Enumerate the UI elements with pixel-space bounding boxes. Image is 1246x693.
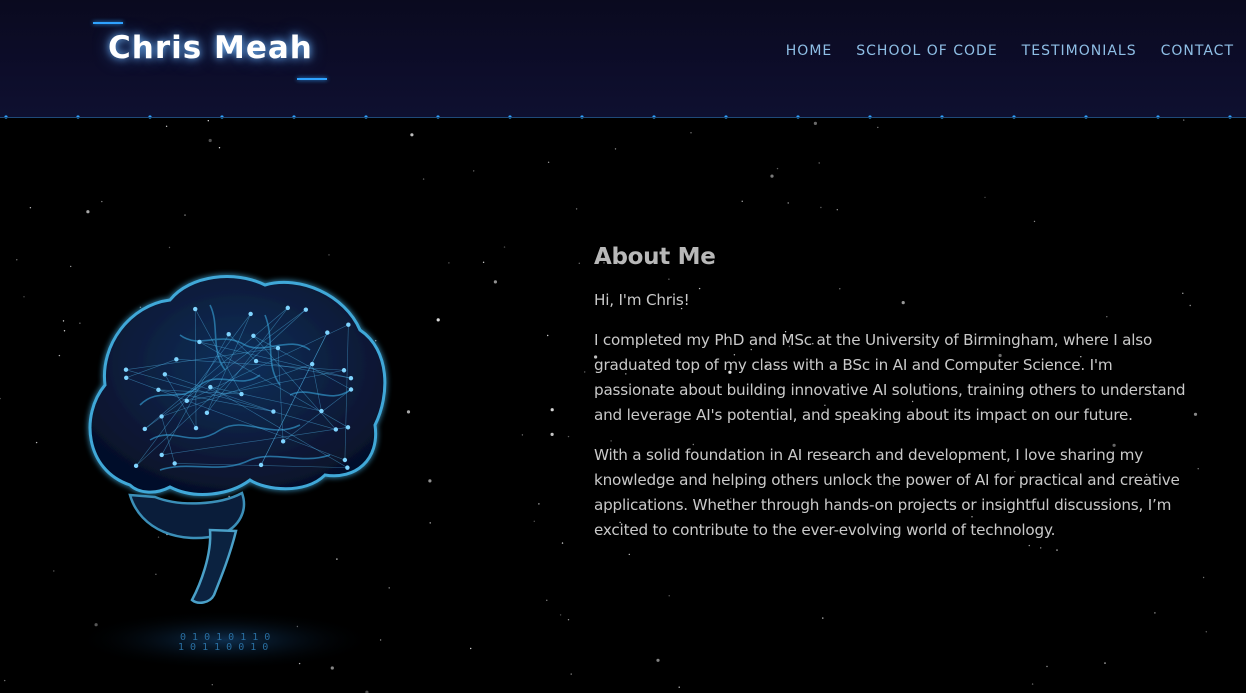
star-dot — [207, 120, 209, 122]
nav-contact-link[interactable]: CONTACT — [1161, 43, 1234, 59]
star-dot — [35, 441, 38, 444]
star-dot — [575, 208, 578, 210]
star-dot — [818, 162, 820, 164]
star-dot — [668, 595, 670, 597]
about-paragraph: With a solid foundation in AI research a… — [594, 446, 1180, 539]
about-heading: About Me — [594, 244, 716, 270]
star-dot — [3, 679, 6, 682]
star-dot — [1193, 412, 1198, 416]
star-dot — [547, 161, 550, 163]
star-dot — [678, 686, 680, 688]
star-dot — [184, 214, 186, 216]
star-dot — [168, 246, 171, 249]
star-dot — [584, 371, 586, 373]
star-dot — [448, 262, 450, 264]
star-dot — [436, 318, 440, 322]
star-dot — [1033, 220, 1036, 223]
star-dot — [473, 170, 475, 172]
svg-text:1 0 1 1 0 0 1 0: 1 0 1 1 0 0 1 0 — [178, 642, 268, 653]
star-dot — [1202, 576, 1205, 579]
about-paragraph: Hi, I'm Chris! — [594, 291, 690, 309]
page: Chris Meah HOME SCHOOL OF CODE TESTIMONI… — [0, 0, 1246, 693]
star-dot — [0, 397, 1, 400]
star-dot — [101, 200, 103, 203]
star-dot — [561, 542, 564, 544]
star-dot — [86, 210, 90, 214]
star-dot — [656, 658, 660, 662]
star-dot — [410, 133, 414, 137]
star-dot — [1104, 662, 1106, 664]
star-dot — [690, 132, 692, 134]
star-dot — [984, 196, 986, 199]
star-dot — [614, 148, 617, 150]
star-dot — [422, 178, 425, 180]
logo-accent-line — [93, 22, 123, 24]
star-dot — [820, 206, 822, 209]
star-dot — [521, 434, 524, 436]
star-dot — [533, 520, 535, 522]
star-dot — [547, 334, 549, 337]
star-dot — [546, 599, 548, 601]
star-dot — [218, 147, 221, 149]
star-dot — [1046, 665, 1048, 668]
star-dot — [741, 200, 743, 202]
header-divider — [0, 117, 1246, 118]
star-dot — [53, 570, 55, 572]
star-dot — [776, 167, 779, 170]
star-dot — [559, 614, 562, 616]
star-dot — [429, 522, 431, 524]
main-nav: HOME SCHOOL OF CODE TESTIMONIALS CONTACT — [786, 43, 1234, 59]
star-dot — [1205, 631, 1208, 633]
nav-home-link[interactable]: HOME — [786, 43, 832, 59]
nav-testimonials-link[interactable]: TESTIMONIALS — [1022, 43, 1137, 59]
nav-school-of-code-link[interactable]: SCHOOL OF CODE — [856, 43, 997, 59]
star-dot — [877, 126, 879, 129]
star-dot — [822, 617, 824, 619]
star-dot — [550, 408, 554, 412]
star-dot — [836, 209, 838, 211]
star-dot — [165, 125, 168, 127]
site-header: Chris Meah HOME SCHOOL OF CODE TESTIMONI… — [0, 0, 1246, 119]
star-dot — [428, 479, 432, 483]
star-dot — [1197, 468, 1199, 470]
star-dot — [1031, 683, 1034, 685]
brain-illustration: 0 1 0 1 0 1 1 0 1 0 1 1 0 0 1 0 — [60, 255, 420, 675]
star-dot — [211, 684, 213, 686]
star-dot — [550, 432, 554, 436]
star-dot — [567, 619, 570, 621]
star-dot — [493, 280, 497, 284]
star-dot — [787, 202, 789, 204]
star-dot — [578, 262, 580, 264]
about-section: About Me Hi, I'm Chris! I completed my P… — [594, 244, 1194, 558]
site-logo[interactable]: Chris Meah — [108, 30, 313, 66]
star-dot — [29, 207, 32, 209]
star-dot — [1154, 612, 1156, 614]
star-dot — [16, 259, 18, 261]
star-dot — [813, 121, 818, 125]
star-dot — [570, 673, 572, 675]
about-paragraph: I completed my PhD and MSc at the Univer… — [594, 331, 1186, 424]
star-dot — [538, 503, 540, 505]
star-dot — [470, 647, 472, 650]
star-dot — [503, 246, 506, 248]
brain-image: 0 1 0 1 0 1 1 0 1 0 1 1 0 0 1 0 — [75, 275, 387, 670]
star-dot — [208, 138, 212, 143]
star-dot — [567, 435, 570, 438]
star-dot — [23, 296, 25, 298]
star-dot — [770, 174, 774, 178]
logo-accent-line — [297, 78, 327, 80]
star-dot — [482, 261, 485, 263]
